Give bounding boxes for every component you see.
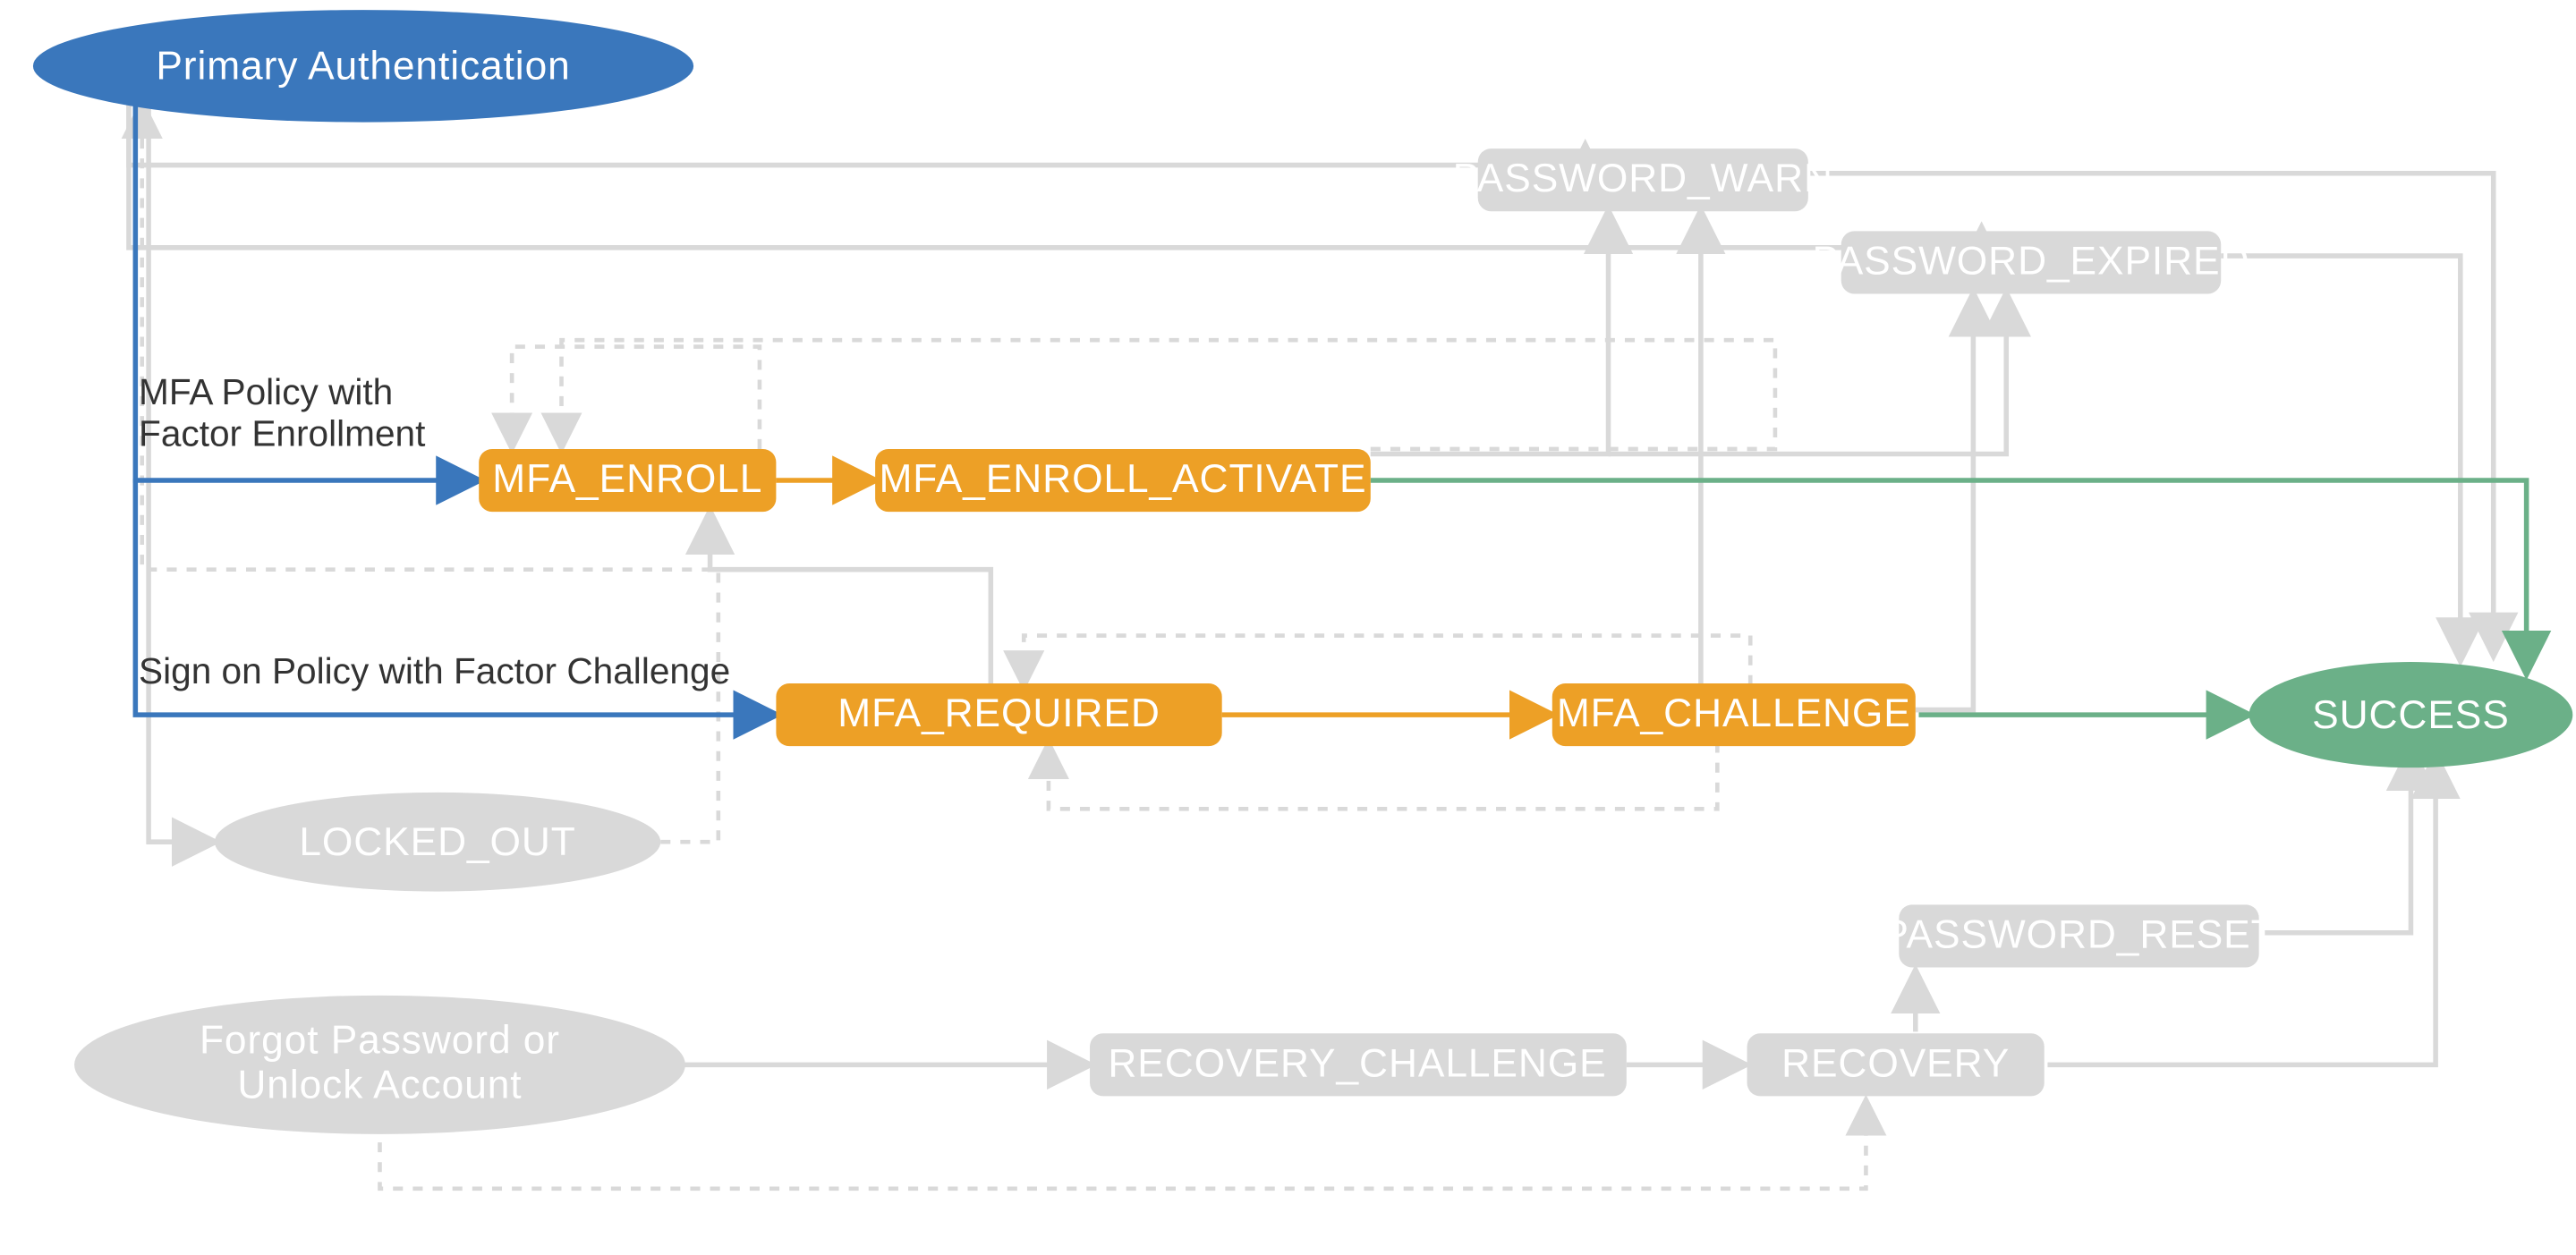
node-mfa-enroll-activate: MFA_ENROLL_ACTIVATE (875, 449, 1371, 512)
node-mfa-required: MFA_REQUIRED (776, 683, 1221, 746)
edge-mfa-challenge-loop-lower (1049, 742, 1717, 809)
label-mfa-challenge: MFA_CHALLENGE (1557, 691, 1911, 735)
edge-mfa-challenge-back-to-required (1024, 636, 1750, 685)
edge-enroll-activate-back-to-enroll (512, 347, 760, 449)
node-password-reset: PASSWORD_RESET (1882, 904, 2275, 967)
label-mfa-required: MFA_REQUIRED (837, 691, 1160, 735)
label-mfa-enroll: MFA_ENROLL (492, 457, 762, 501)
node-primary-authentication: Primary Authentication (33, 10, 693, 122)
edge-activate-to-success (1371, 480, 2527, 670)
label-recovery-challenge: RECOVERY_CHALLENGE (1108, 1041, 1606, 1085)
node-mfa-challenge: MFA_CHALLENGE (1552, 683, 1916, 746)
node-password-warn: PASSWORD_WARN (1453, 148, 1833, 211)
annotation-enroll-line2: Factor Enrollment (139, 412, 425, 454)
edge-enroll-activate-to-password-warn (1371, 215, 1609, 454)
node-forgot-password: Forgot Password or Unlock Account (74, 996, 685, 1134)
label-forgot-1: Forgot Password or (200, 1018, 560, 1062)
edge-mfa-challenge-to-password-expired (1916, 297, 1974, 709)
edge-forgot-loop (379, 1103, 1866, 1189)
edge-start-to-locked-out (149, 99, 211, 842)
label-locked-out: LOCKED_OUT (299, 820, 575, 864)
annotation-enroll-line1: MFA Policy with (139, 371, 393, 412)
node-locked-out: LOCKED_OUT (215, 793, 660, 892)
label-mfa-enroll-activate: MFA_ENROLL_ACTIVATE (879, 457, 1366, 501)
edge-enroll-activate-to-password-expired (1609, 297, 2007, 454)
edge-password-expired-to-success (2221, 256, 2461, 657)
edge-mfa-required-to-enroll (710, 515, 991, 685)
label-success: SUCCESS (2312, 693, 2510, 737)
annotation-challenge: Sign on Policy with Factor Challenge (139, 650, 730, 691)
label-primary-authentication: Primary Authentication (156, 45, 570, 89)
label-forgot-2: Unlock Account (237, 1063, 522, 1107)
node-recovery: RECOVERY (1747, 1033, 2045, 1096)
label-recovery: RECOVERY (1781, 1041, 2010, 1085)
label-password-expired: PASSWORD_EXPIRED (1813, 239, 2250, 283)
auth-state-diagram: Primary Authentication SUCCESS Forgot Pa… (0, 0, 2576, 1255)
node-password-expired: PASSWORD_EXPIRED (1813, 231, 2250, 293)
label-password-reset: PASSWORD_RESET (1882, 912, 2275, 956)
node-success: SUCCESS (2249, 662, 2573, 767)
node-recovery-challenge: RECOVERY_CHALLENGE (1090, 1033, 1627, 1096)
node-mfa-enroll: MFA_ENROLL (479, 449, 776, 512)
label-password-warn: PASSWORD_WARN (1453, 157, 1833, 200)
edge-password-reset-to-success (2262, 751, 2410, 933)
edge-enroll-row-loop (561, 340, 1774, 449)
